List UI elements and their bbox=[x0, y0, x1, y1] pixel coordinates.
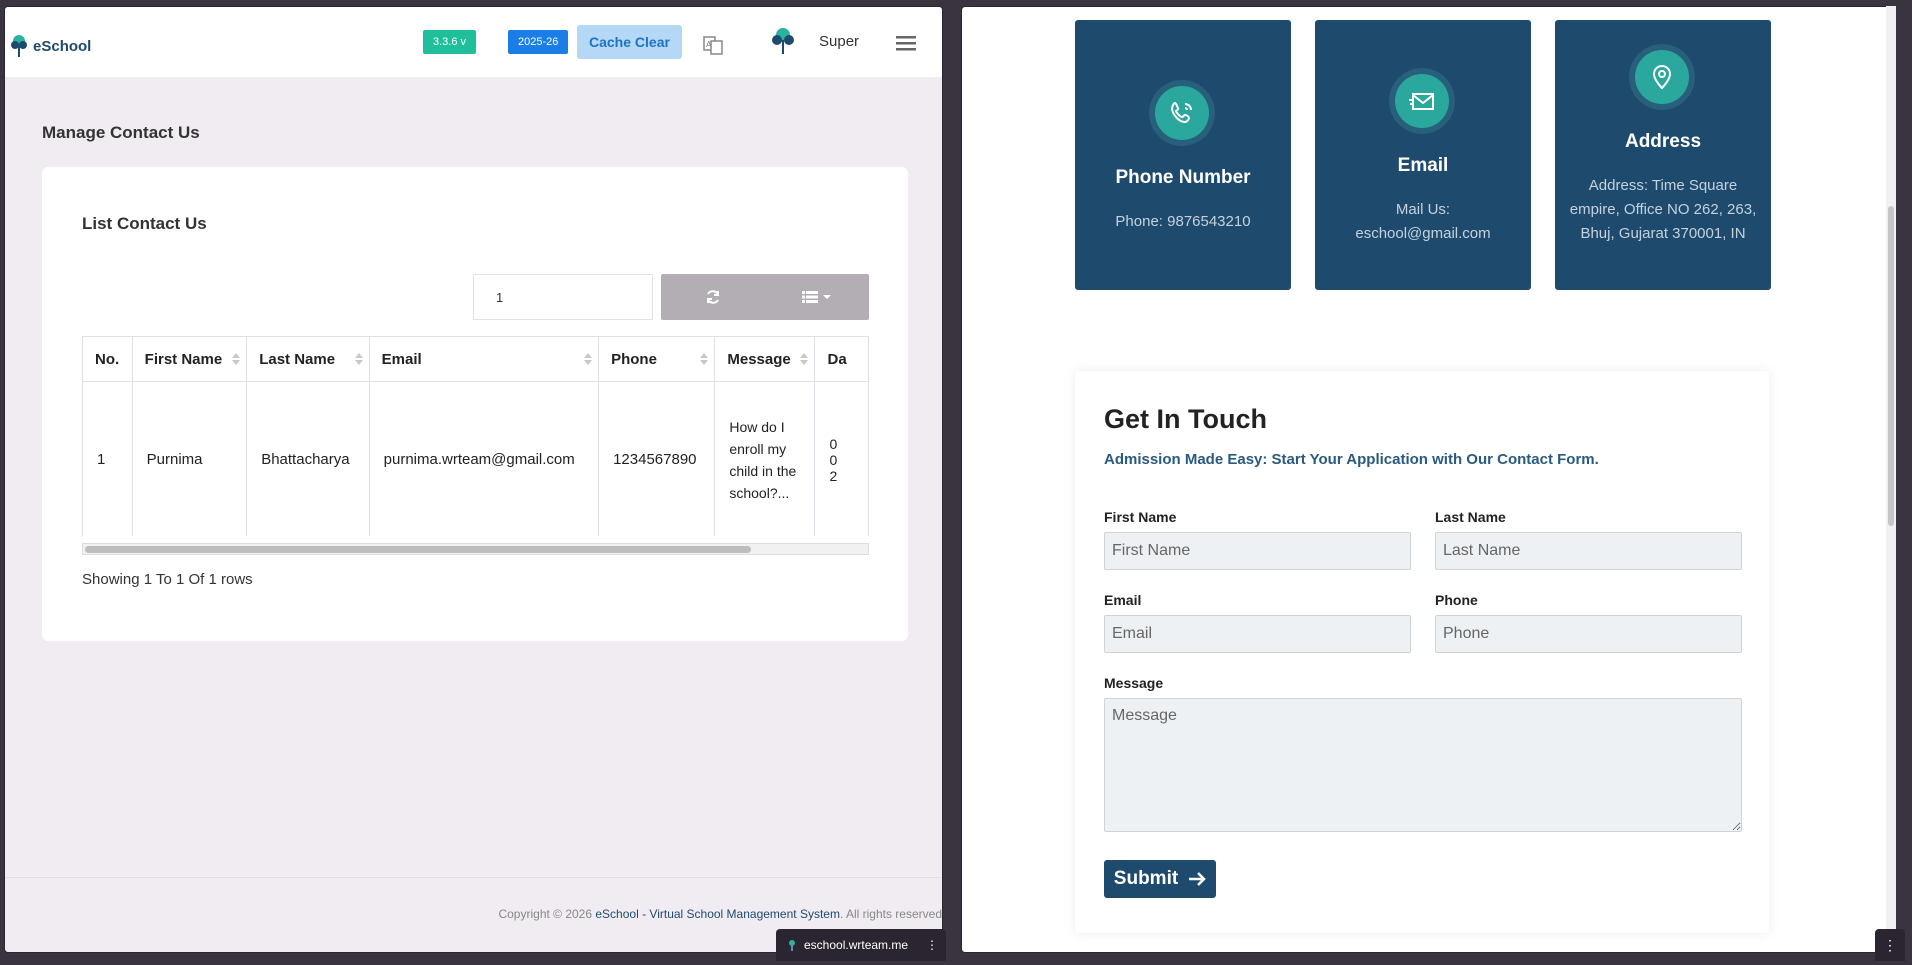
phone-label: Phone bbox=[1435, 592, 1478, 608]
column-header-label: Message bbox=[727, 350, 791, 368]
card-title: List Contact Us bbox=[82, 214, 207, 233]
phone-icon bbox=[1170, 101, 1192, 124]
arrow-right-icon bbox=[1189, 872, 1206, 886]
first-name-label: First Name bbox=[1104, 509, 1177, 525]
svg-text:A: A bbox=[706, 40, 712, 49]
message-field[interactable] bbox=[1104, 698, 1742, 832]
cell-phone: 1234567890 bbox=[598, 381, 716, 536]
list-icon bbox=[802, 291, 818, 303]
first-name-field[interactable] bbox=[1104, 532, 1411, 570]
contact-table: No. First Name Last Name Email Phone Mes… bbox=[82, 336, 869, 536]
cell-first-name: Purnima bbox=[131, 381, 248, 536]
email-icon-circle bbox=[1389, 68, 1455, 134]
page-vertical-scrollbar[interactable] bbox=[1886, 6, 1896, 953]
column-header-no[interactable]: No. bbox=[82, 336, 133, 382]
phone-field[interactable] bbox=[1435, 615, 1742, 653]
search-input[interactable] bbox=[473, 274, 653, 320]
admin-window: eSchool 3.3.6 v 2025-26 Cache Clear A Su… bbox=[4, 6, 943, 953]
pagination-info: Showing 1 To 1 Of 1 rows bbox=[82, 571, 253, 588]
column-header-email[interactable]: Email bbox=[368, 336, 600, 382]
cache-clear-button[interactable]: Cache Clear bbox=[577, 25, 682, 59]
table-horizontal-scrollbar[interactable] bbox=[82, 543, 869, 555]
column-header-phone[interactable]: Phone bbox=[598, 336, 716, 382]
table-row: 1 Purnima Bhattacharya purnima.wrteam@gm… bbox=[82, 381, 869, 536]
sort-icon bbox=[232, 353, 241, 365]
sort-icon bbox=[354, 353, 363, 365]
message-label: Message bbox=[1104, 675, 1164, 691]
address-card-text: Address: Time Square empire, Office NO 2… bbox=[1569, 177, 1757, 242]
version-badge: 3.3.6 v bbox=[423, 30, 477, 54]
website-window: Phone Number Phone: 9876543210 Email Mai… bbox=[961, 6, 1894, 953]
sort-icon bbox=[800, 353, 809, 365]
cell-no: 1 bbox=[82, 381, 133, 536]
cell-message: How do I enroll my child in the school?.… bbox=[714, 381, 816, 536]
session-year-badge[interactable]: 2025-26 bbox=[508, 30, 569, 54]
email-info-card: Email Mail Us: eschool@gmail.com bbox=[1315, 20, 1531, 290]
logo-tree-icon bbox=[11, 35, 27, 57]
footer-divider bbox=[5, 877, 942, 878]
address-icon-circle bbox=[1629, 44, 1695, 110]
logo-text: eSchool bbox=[33, 37, 92, 55]
scrollbar-thumb[interactable] bbox=[85, 546, 751, 553]
submit-button[interactable]: Submit bbox=[1104, 860, 1216, 898]
email-field[interactable] bbox=[1104, 615, 1411, 653]
column-header-label: Email bbox=[381, 350, 422, 368]
footer-brand-link[interactable]: eSchool - Virtual School Management Syst… bbox=[595, 907, 840, 921]
footer: Copyright © 2026 eSchool - Virtual Schoo… bbox=[498, 907, 942, 921]
last-name-label: Last Name bbox=[1435, 509, 1506, 525]
favicon-icon bbox=[789, 940, 795, 951]
email-card-text: Mail Us: eschool@gmail.com bbox=[1355, 201, 1491, 242]
sort-icon bbox=[584, 353, 593, 365]
phone-card-text: Phone: 9876543210 bbox=[1115, 213, 1251, 230]
column-header-date[interactable]: Da bbox=[814, 336, 869, 382]
url-text: eschool.wrteam.me bbox=[804, 938, 909, 952]
cell-date: 0 0 2 bbox=[814, 381, 869, 536]
contact-form: Get In Touch Admission Made Easy: Start … bbox=[1075, 371, 1769, 933]
location-pin-icon bbox=[1652, 64, 1672, 90]
column-header-label: First Name bbox=[144, 350, 223, 368]
scrollbar-thumb[interactable] bbox=[1888, 206, 1894, 526]
submit-label: Submit bbox=[1113, 868, 1179, 889]
phone-icon-circle bbox=[1149, 80, 1215, 146]
logo[interactable]: eSchool bbox=[8, 33, 91, 59]
address-card-title: Address bbox=[1624, 131, 1702, 152]
column-header-message[interactable]: Message bbox=[714, 336, 816, 382]
columns-toggle-button[interactable] bbox=[765, 274, 869, 320]
more-options-icon[interactable]: ⋮ bbox=[1875, 929, 1905, 961]
url-status-bar[interactable]: eschool.wrteam.me ⋮ bbox=[776, 929, 946, 961]
caret-down-icon bbox=[823, 295, 831, 299]
table-toolbar bbox=[661, 274, 869, 320]
column-header-last-name[interactable]: Last Name bbox=[246, 336, 370, 382]
form-title: Get In Touch bbox=[1104, 404, 1267, 434]
cell-last-name: Bhattacharya bbox=[246, 381, 370, 536]
contact-list-card: List Contact Us 1 No. First Name Last Na… bbox=[42, 167, 908, 641]
cell-email: purnima.wrteam@gmail.com bbox=[368, 381, 600, 536]
refresh-icon bbox=[707, 290, 719, 304]
language-icon[interactable]: A bbox=[703, 35, 723, 55]
page-title: Manage Contact Us bbox=[42, 123, 200, 142]
user-name[interactable]: Super bbox=[819, 33, 859, 50]
email-card-title: Email bbox=[1397, 155, 1449, 176]
form-subtitle: Admission Made Easy: Start Your Applicat… bbox=[1104, 451, 1599, 468]
avatar[interactable] bbox=[768, 26, 798, 60]
phone-info-card: Phone Number Phone: 9876543210 bbox=[1075, 20, 1291, 290]
refresh-button[interactable] bbox=[661, 274, 765, 320]
column-header-label: Last Name bbox=[259, 350, 336, 368]
address-info-card: Address Address: Time Square empire, Off… bbox=[1555, 20, 1771, 290]
more-options-icon[interactable]: ⋮ bbox=[926, 938, 938, 952]
top-navbar: eSchool 3.3.6 v 2025-26 Cache Clear A Su… bbox=[5, 7, 942, 77]
column-header-first-name[interactable]: First Name bbox=[131, 336, 248, 382]
hamburger-menu-icon[interactable] bbox=[896, 34, 916, 52]
mail-icon bbox=[1409, 93, 1434, 110]
sort-icon bbox=[700, 353, 709, 365]
column-header-label: Phone bbox=[611, 350, 657, 368]
phone-card-title: Phone Number bbox=[1115, 167, 1251, 188]
email-label: Email bbox=[1104, 592, 1142, 608]
footer-suffix: . All rights reserved bbox=[839, 907, 942, 921]
footer-prefix: Copyright © 2026 bbox=[498, 907, 596, 921]
last-name-field[interactable] bbox=[1435, 532, 1742, 570]
